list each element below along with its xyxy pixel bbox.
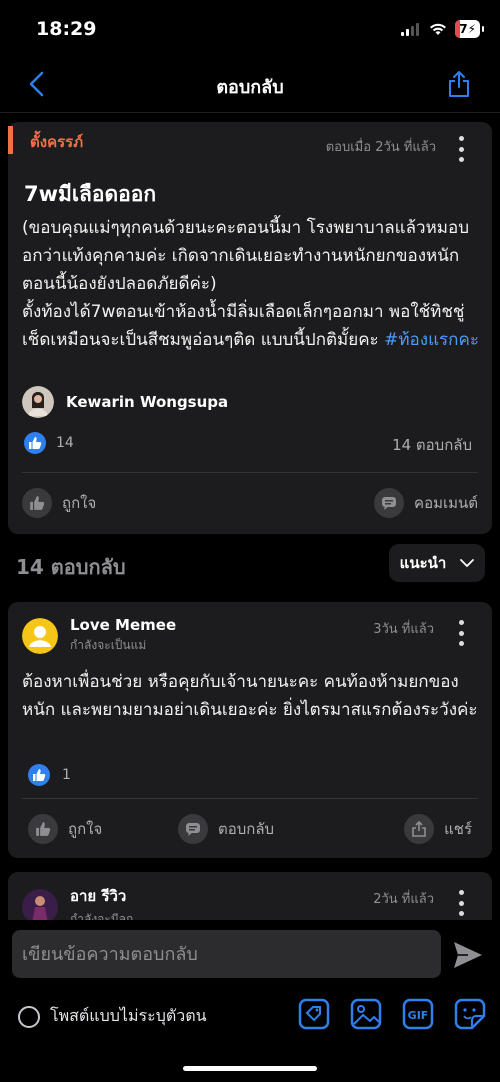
tag-strip	[8, 126, 13, 154]
comment-author-name[interactable]: อาย รีวิว	[70, 884, 133, 908]
thumbs-up-icon	[28, 814, 58, 844]
default-avatar-icon[interactable]	[22, 617, 58, 654]
comment-like-button[interactable]: ถูกใจ	[28, 814, 102, 844]
comment-time: 2วัน ที่แล้ว	[373, 892, 434, 907]
post-like-label: ถูกใจ	[62, 494, 97, 512]
share-icon	[404, 814, 435, 844]
replies-count-title: 14 ตอบกลับ	[16, 555, 126, 579]
status-time: 18:29	[36, 18, 97, 40]
sticker-icon[interactable]	[454, 998, 486, 1030]
like-badge-icon	[28, 764, 50, 786]
chevron-down-icon	[460, 559, 475, 568]
like-badge-icon	[24, 432, 46, 454]
author-name[interactable]: Kewarin Wongsupa	[66, 393, 228, 411]
tag-icon[interactable]	[298, 998, 330, 1030]
comment-author-name[interactable]: Love Memee	[70, 616, 176, 634]
comment-bubble-icon	[178, 814, 208, 844]
comment-more-options-icon[interactable]	[458, 620, 464, 646]
post-time: ตอบเมื่อ 2วัน ที่แล้ว	[325, 140, 436, 155]
radio-button[interactable]	[18, 1005, 40, 1028]
comment-like-label: ถูกใจ	[68, 820, 103, 838]
battery-icon: 7⚡	[455, 20, 484, 38]
author-avatar[interactable]	[22, 386, 54, 418]
reply-input[interactable]	[12, 930, 441, 978]
comment-more-options-icon[interactable]	[458, 890, 464, 916]
comment-reply-label: ตอบกลับ	[218, 820, 275, 838]
comment-time: 3วัน ที่แล้ว	[373, 622, 434, 637]
wifi-icon	[430, 23, 447, 35]
send-icon[interactable]	[452, 940, 484, 970]
post-like-button[interactable]: ถูกใจ	[22, 488, 96, 518]
nav-bar: ตอบกลับ	[0, 58, 500, 113]
gif-label: GIF	[408, 1009, 429, 1022]
gif-icon[interactable]: GIF	[402, 998, 434, 1030]
post-hashtag[interactable]: #ท้องแรกคะ	[384, 330, 479, 350]
post-card: ตั้งครรภ์ ตอบเมื่อ 2วัน ที่แล้ว 7wมีเลือ…	[8, 122, 492, 534]
status-icons: 7⚡	[401, 20, 484, 38]
more-options-icon[interactable]	[458, 136, 464, 162]
post-like-count: 14	[56, 435, 74, 451]
post-comment-label: คอมเมนต์	[414, 494, 478, 512]
post-reply-count[interactable]: 14 ตอบกลับ	[392, 433, 472, 457]
comment-author-status: กำลังจะเป็นแม่	[70, 638, 147, 652]
page-title: ตอบกลับ	[216, 77, 284, 98]
comment-bubble-icon	[374, 488, 405, 518]
author-row[interactable]: Kewarin Wongsupa	[22, 386, 228, 418]
comment-like-count: 1	[62, 767, 71, 783]
divider	[22, 798, 478, 799]
status-bar: 18:29 7⚡	[0, 0, 500, 58]
home-indicator	[183, 1066, 317, 1071]
anonymous-toggle[interactable]: โพสต์แบบไม่ระบุตัวตน	[18, 1004, 207, 1029]
divider	[22, 472, 478, 473]
battery-level: 7	[459, 22, 468, 36]
sort-dropdown[interactable]: แนะนำ	[389, 544, 485, 582]
comment-card: Love Memee กำลังจะเป็นแม่ 3วัน ที่แล้ว ต…	[8, 602, 492, 858]
post-comment-button[interactable]: คอมเมนต์	[374, 488, 478, 518]
comment-share-label: แชร์	[444, 820, 472, 838]
comment-body: ต้องหาเพื่อนช่วย หรือคุยกับเจ้านายนะคะ ค…	[22, 672, 478, 720]
post-tag[interactable]: ตั้งครรภ์	[30, 130, 83, 154]
comment-reply-button[interactable]: ตอบกลับ	[178, 814, 274, 844]
cellular-signal-icon	[401, 22, 420, 36]
sort-label: แนะนำ	[399, 554, 447, 572]
share-icon[interactable]	[446, 70, 472, 98]
comment-author-row[interactable]: Love Memee กำลังจะเป็นแม่	[22, 616, 176, 655]
post-body: (ขอบคุณแม่ๆทุกคนด้วยนะคะตอนนี้มา โรงพยาบ…	[22, 214, 484, 354]
image-icon[interactable]	[350, 998, 382, 1030]
composer-tools: GIF	[298, 998, 486, 1030]
reply-composer: โพสต์แบบไม่ระบุตัวตน GIF	[0, 920, 500, 1082]
thumbs-up-icon	[22, 488, 52, 518]
post-title: 7wมีเลือดออก	[24, 182, 157, 206]
anonymous-label: โพสต์แบบไม่ระบุตัวตน	[50, 1006, 207, 1025]
comment-share-button[interactable]: แชร์	[404, 814, 472, 844]
